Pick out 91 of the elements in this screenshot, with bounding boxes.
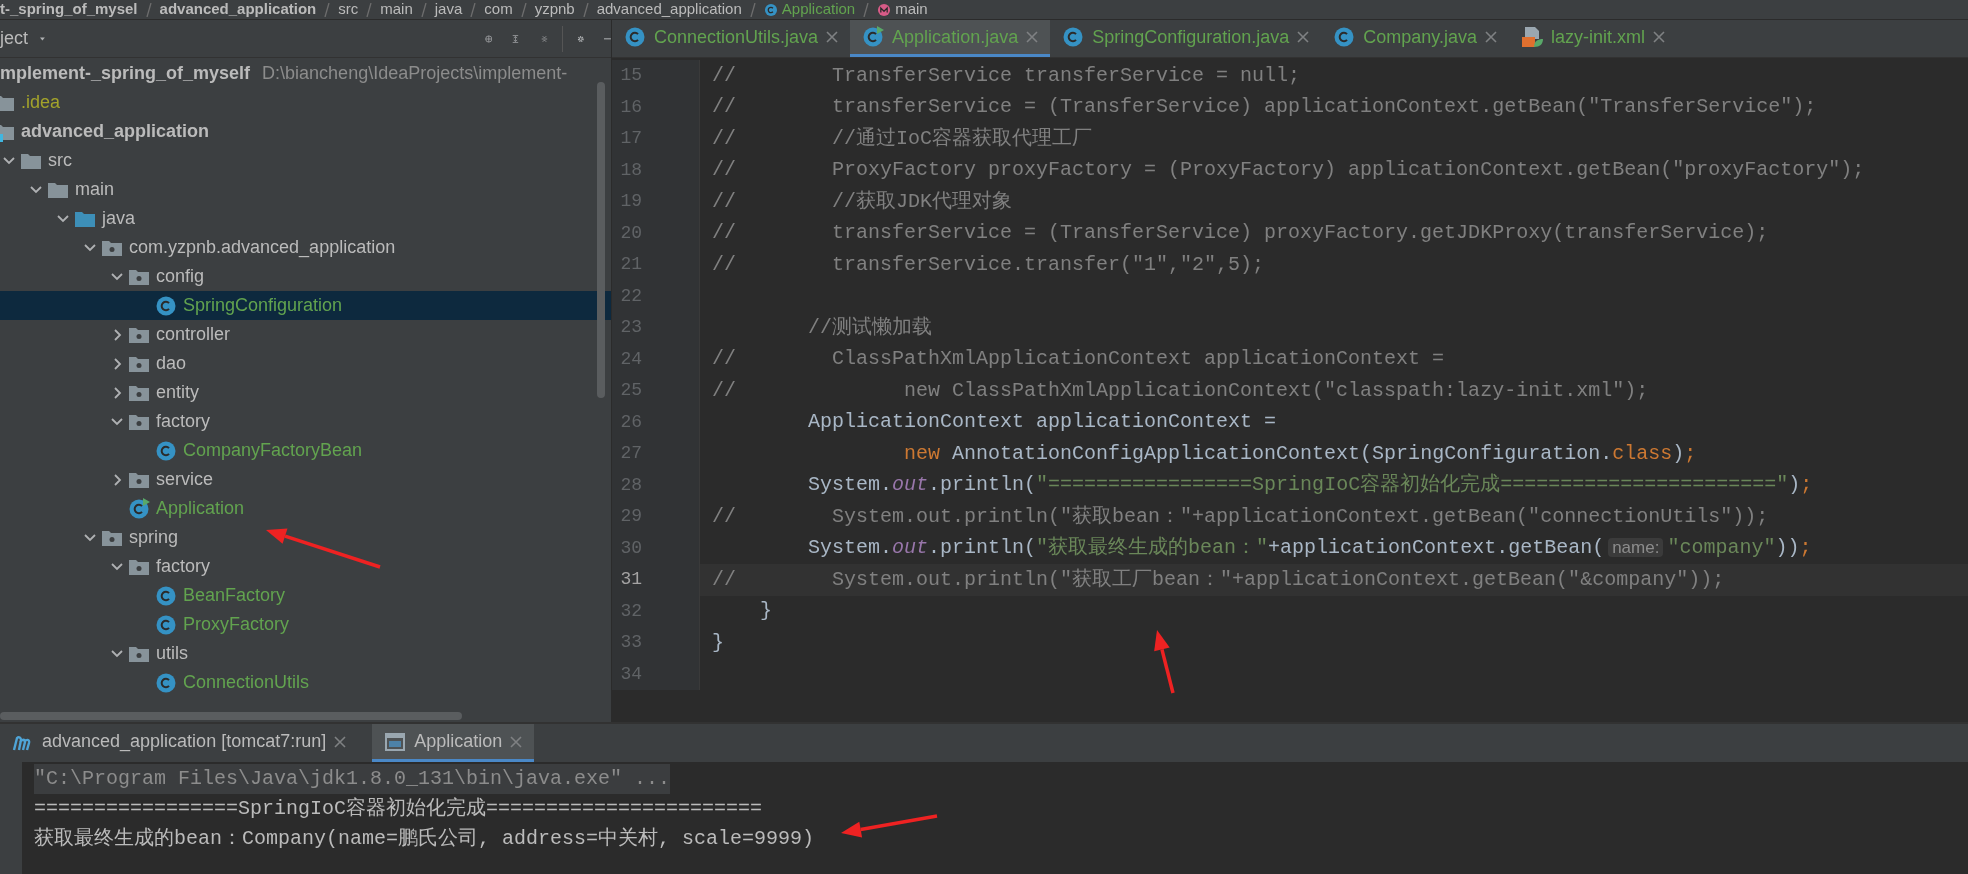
line-number: 31 [619, 568, 642, 592]
run-tab[interactable]: Application [372, 724, 535, 762]
tree-item[interactable]: advanced_application [21, 118, 210, 145]
tree-item[interactable]: ProxyFactory [183, 611, 290, 638]
breadcrumb[interactable]: advanced_application [596, 0, 742, 19]
vertical-scrollbar[interactable] [597, 82, 605, 398]
breadcrumb[interactable]: yzpnb [534, 0, 575, 19]
runnable-class-icon [862, 26, 885, 48]
panel-title[interactable]: ject [0, 25, 28, 52]
separator-icon [863, 2, 870, 17]
code-line: // System.out.println("获取工厂bean："+applicationContext.getBean("&company")); [712, 566, 1725, 593]
code-line: // System.out.println("获取bean："+applicationContext.getBean("connectionUtils")); [712, 503, 1769, 530]
code-line: // transferService = (TransferService) applicationContext.getBean("TransferService"); [712, 94, 1817, 121]
code-line: // new ClassPathXmlApplicationContext("classpath:lazy-init.xml"); [712, 377, 1649, 404]
xml-file-icon [1521, 26, 1544, 48]
breadcrumb[interactable]: main [895, 0, 928, 19]
tree-item[interactable]: service [156, 466, 213, 493]
editor-tab[interactable]: lazy-init.xml [1509, 20, 1678, 57]
code-line: //测试懒加载 [807, 314, 933, 341]
code-line: new AnnotationConfigApplicationContext(SpringConfiguration.class); [903, 440, 1697, 467]
separator-icon [366, 2, 373, 17]
class-icon [155, 294, 177, 317]
breadcrumb[interactable]: com [484, 0, 513, 19]
close-icon[interactable] [1297, 31, 1310, 43]
close-icon[interactable] [1485, 31, 1498, 43]
tree-item[interactable]: factory [156, 553, 211, 580]
tree-item[interactable]: SpringConfiguration [183, 292, 343, 319]
separator-icon [520, 2, 527, 17]
editor-tab[interactable]: ConnectionUtils.java [612, 20, 851, 57]
separator-icon [420, 2, 427, 17]
tree-item[interactable]: controller [156, 321, 231, 348]
window-icon [384, 730, 407, 753]
class-icon [155, 439, 177, 462]
class-icon [1333, 26, 1356, 48]
code-line: // transferService = (TransferService) proxyFactory.getJDKProxy(transferService); [712, 220, 1769, 247]
class-icon [1062, 26, 1085, 48]
class-icon [155, 584, 177, 607]
separator-icon [582, 2, 589, 17]
close-icon[interactable] [826, 31, 839, 43]
tree-item[interactable]: CompanyFactoryBean [183, 437, 363, 464]
tree-item[interactable]: utils [156, 640, 188, 667]
breadcrumb[interactable]: main [380, 0, 413, 19]
separator-icon [470, 2, 477, 17]
tree-item[interactable]: src [48, 147, 72, 174]
tree-item[interactable]: java [102, 205, 136, 232]
close-icon[interactable] [334, 735, 347, 748]
code-line: // ProxyFactory proxyFactory = (ProxyFactory) applicationContext.getBean("proxyFactory"); [712, 157, 1865, 184]
tree-item[interactable]: Application [156, 495, 245, 522]
breadcrumb[interactable]: src [338, 0, 359, 19]
tree-item[interactable]: dao [156, 350, 187, 377]
code-line: System.out.println("获取最终生成的bean："+applicationContext.getBean( name: "company")); [807, 535, 1812, 562]
class-icon [155, 671, 177, 694]
code-line: } [712, 629, 724, 656]
breadcrumb[interactable]: advanced_application [159, 0, 317, 19]
tree-item[interactable]: main [75, 176, 114, 203]
code-line: } [759, 598, 772, 625]
code-line: // transferService.transfer("1","2",5); [712, 251, 1265, 278]
editor-tab[interactable]: SpringConfiguration.java [1050, 20, 1322, 57]
tree-item[interactable]: ConnectionUtils [183, 669, 310, 696]
horizontal-scrollbar[interactable] [0, 712, 462, 720]
selected-row-highlight[interactable]: SpringConfiguration [0, 291, 611, 320]
breadcrumb[interactable]: Application [781, 0, 856, 19]
editor-tab[interactable]: Company.java [1321, 20, 1510, 57]
breadcrumb[interactable]: t-_spring_of_mysel [0, 0, 138, 19]
tree-item[interactable]: com.yzpnb.advanced_application [129, 234, 396, 261]
separator-icon [324, 2, 331, 17]
separator-icon [749, 2, 756, 17]
runnable-class-icon [128, 497, 150, 520]
minimize-icon[interactable] [604, 36, 611, 41]
console-line: 获取最终生成的bean：Company(name=鹏氏公司, address=中关村, scale=9999) [34, 826, 815, 852]
code-line: // ClassPathXmlApplicationContext applicationContext = [712, 346, 1445, 373]
class-icon [155, 613, 177, 636]
run-tab[interactable]: advanced_application [tomcat7:run] [0, 724, 359, 762]
tree-item[interactable]: mplement-_spring_of_myself [0, 60, 251, 87]
tree-item[interactable]: config [156, 263, 205, 290]
tree-item[interactable]: .idea [21, 89, 61, 116]
tree-item[interactable]: entity [156, 379, 200, 406]
code-line: // TransferService transferService = null; [712, 62, 1301, 89]
separator-icon [145, 2, 152, 17]
close-icon[interactable] [1653, 31, 1666, 43]
path-text: D:\biancheng\IdeaProjects\implement- [262, 62, 568, 85]
code-line: System.out.println("=================SpringIoC容器初始化完成======================="); [807, 472, 1813, 499]
tree-item[interactable]: BeanFactory [183, 582, 286, 609]
class-icon [624, 26, 646, 48]
breadcrumb[interactable]: java [434, 0, 463, 19]
code-line: // //获取JDK代理对象 [712, 188, 1013, 215]
tree-item[interactable]: spring [129, 524, 179, 551]
console-line: =================SpringIoC容器初始化完成======================= [34, 796, 763, 822]
code-line: // //通过IoC容器获取代理工厂 [712, 125, 1093, 152]
code-line: ApplicationContext applicationContext = [807, 409, 1277, 436]
tree-item[interactable]: factory [156, 408, 211, 435]
